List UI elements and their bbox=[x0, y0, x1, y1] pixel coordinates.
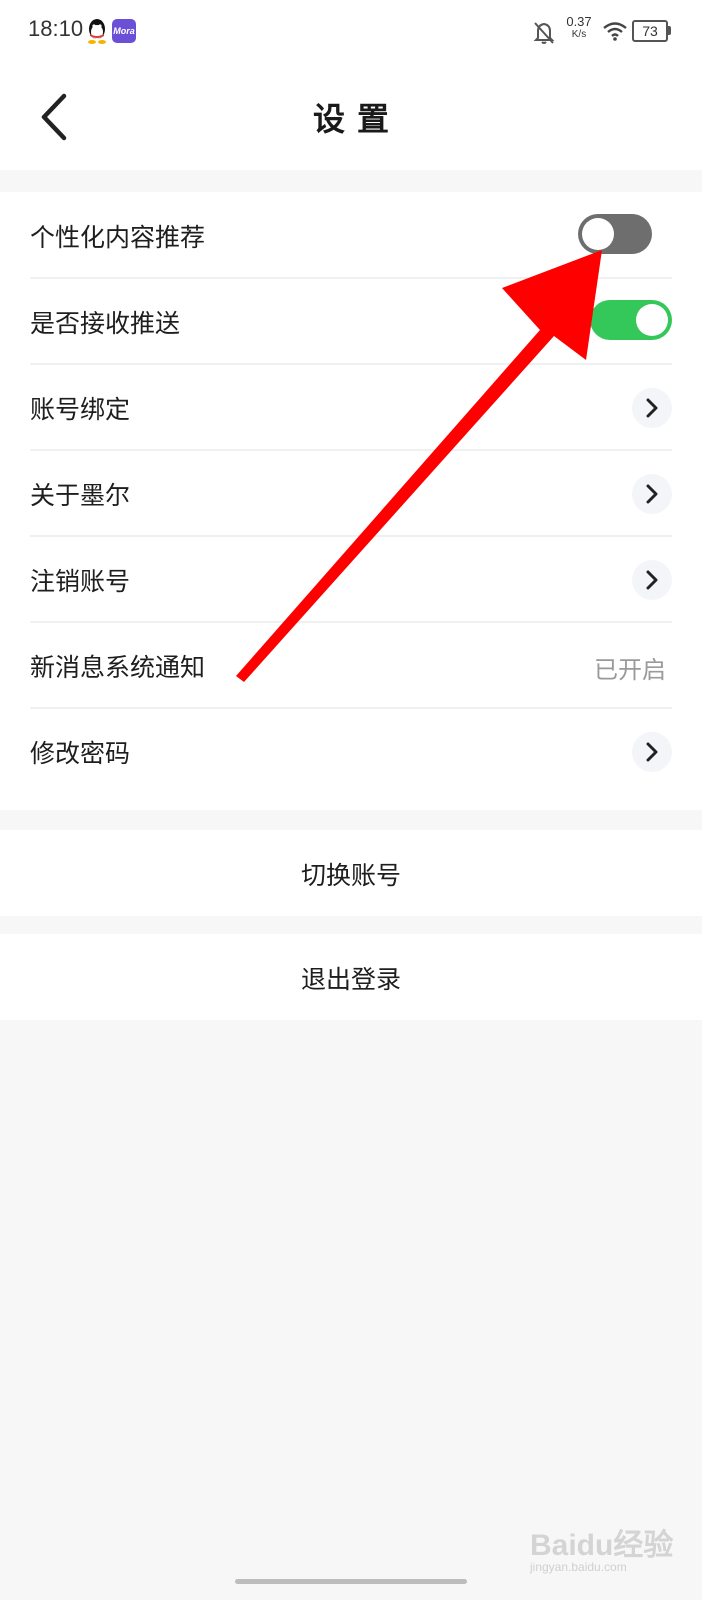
setting-label: 注销账号 bbox=[30, 567, 131, 596]
chevron-right-button[interactable] bbox=[632, 388, 672, 428]
toggle-knob bbox=[582, 218, 614, 250]
toggle-knob bbox=[636, 304, 668, 336]
nav-bar: 设置 bbox=[0, 64, 702, 170]
chevron-right-button[interactable] bbox=[632, 732, 672, 772]
wifi-icon bbox=[603, 22, 627, 41]
watermark-url: jingyan.baidu.com bbox=[530, 1560, 627, 1574]
page-title: 设置 bbox=[312, 100, 401, 138]
status-time: 18:10 bbox=[28, 16, 84, 41]
status-bar: 18:10 Mora 0.37 K/s 73 bbox=[0, 0, 702, 64]
qq-icon bbox=[88, 19, 106, 44]
setting-delete-account[interactable]: 注销账号 bbox=[30, 536, 672, 623]
setting-personalized-recommendation[interactable]: 个性化内容推荐 bbox=[30, 192, 672, 279]
chevron-right-icon bbox=[646, 742, 658, 762]
chevron-right-icon bbox=[646, 570, 658, 590]
personalized-recommendation-toggle[interactable] bbox=[578, 214, 652, 254]
watermark-brand: Baidu经验 bbox=[530, 1529, 674, 1562]
setting-label: 关于墨尔 bbox=[30, 481, 131, 510]
chevron-right-button[interactable] bbox=[632, 560, 672, 600]
setting-label: 修改密码 bbox=[30, 739, 131, 768]
home-indicator[interactable] bbox=[235, 1579, 467, 1584]
settings-list: 个性化内容推荐 是否接收推送 账号绑定 关于墨尔 注销账号 新消息系统通知 已开… bbox=[0, 192, 702, 810]
setting-label: 新消息系统通知 bbox=[30, 653, 206, 682]
logout-button[interactable]: 退出登录 bbox=[0, 934, 702, 1020]
chevron-right-icon bbox=[646, 398, 658, 418]
receive-push-toggle[interactable] bbox=[590, 300, 672, 340]
switch-account-label: 切换账号 bbox=[300, 861, 401, 890]
setting-label: 账号绑定 bbox=[30, 395, 131, 424]
setting-about-moer[interactable]: 关于墨尔 bbox=[30, 450, 672, 537]
setting-receive-push[interactable]: 是否接收推送 bbox=[30, 278, 672, 365]
setting-new-message-notification[interactable]: 新消息系统通知 已开启 bbox=[30, 622, 672, 709]
notification-status-value: 已开启 bbox=[594, 656, 666, 684]
battery-level: 73 bbox=[632, 20, 668, 42]
setting-label: 个性化内容推荐 bbox=[30, 223, 206, 252]
chevron-right-button[interactable] bbox=[632, 474, 672, 514]
switch-account-button[interactable]: 切换账号 bbox=[0, 830, 702, 916]
bell-off-icon bbox=[533, 22, 555, 44]
baidu-jingyan-watermark: Baidu经验 jingyan.baidu.com bbox=[530, 1520, 690, 1580]
mora-app-icon: Mora bbox=[112, 19, 136, 43]
net-speed: 0.37 K/s bbox=[564, 14, 594, 41]
net-speed-unit: K/s bbox=[571, 29, 587, 40]
chevron-right-icon bbox=[646, 484, 658, 504]
setting-label: 是否接收推送 bbox=[30, 309, 181, 338]
battery-tip bbox=[668, 26, 671, 35]
net-speed-value: 0.37 bbox=[566, 14, 592, 29]
setting-change-password[interactable]: 修改密码 bbox=[30, 708, 672, 795]
setting-account-binding[interactable]: 账号绑定 bbox=[30, 364, 672, 451]
logout-label: 退出登录 bbox=[300, 965, 401, 994]
battery-icon: 73 bbox=[632, 20, 671, 42]
